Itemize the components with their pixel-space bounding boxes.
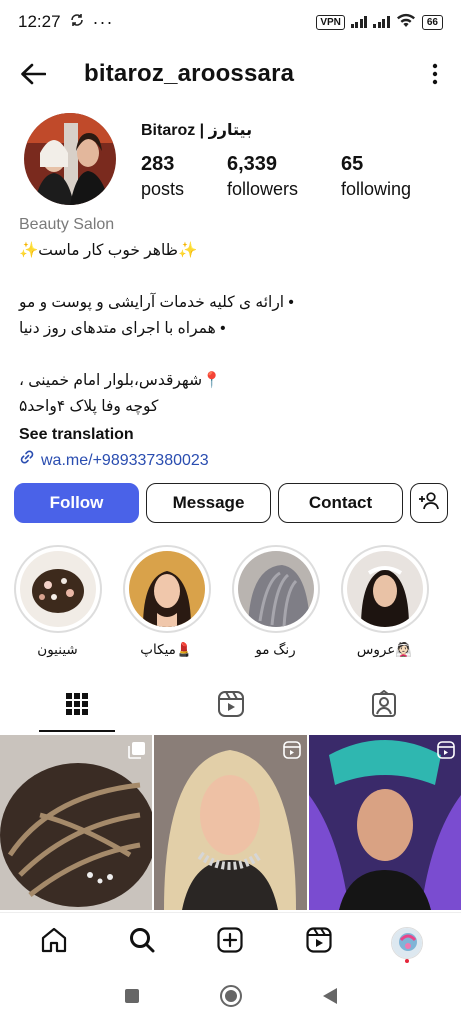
see-translation-link[interactable]: See translation: [19, 422, 449, 448]
nav-create[interactable]: [210, 923, 250, 963]
highlight-item[interactable]: شینیون: [10, 545, 105, 658]
profile-header: bitaroz_aroossara: [0, 50, 461, 98]
multi-post-icon: [128, 741, 146, 764]
signal-icon: [373, 16, 390, 28]
wifi-icon: [396, 13, 416, 31]
highlight-thumbnail: [346, 551, 423, 627]
reel-icon: [437, 741, 455, 764]
followers-stat[interactable]: 6,339 followers: [227, 152, 341, 202]
link-icon: [19, 448, 35, 474]
recent-apps-icon[interactable]: [123, 987, 141, 1010]
bottom-navigation: [0, 912, 461, 972]
more-notifications-icon: ···: [92, 11, 114, 32]
post-grid: [0, 735, 461, 910]
message-button[interactable]: Message: [146, 483, 271, 523]
tab-posts[interactable]: [0, 680, 154, 732]
profile-actions: Follow Message Contact: [14, 483, 448, 523]
highlight-item[interactable]: 👰🏻عروس: [337, 545, 432, 658]
nav-profile[interactable]: [387, 923, 427, 963]
tagged-user-icon: [370, 689, 398, 723]
highlight-item[interactable]: 💄میکاپ: [119, 545, 214, 658]
profile-avatar[interactable]: [24, 113, 116, 205]
category-label: Beauty Salon: [19, 216, 115, 233]
story-highlights: شینیون 💄میکاپ رنگ مو 👰🏻عروس: [10, 545, 432, 658]
profile-name: Bitaroz | بیتارز: [141, 122, 253, 139]
bio-line: ✨ظاهر خوب کار ماست✨: [19, 242, 198, 259]
back-triangle-icon[interactable]: [321, 986, 339, 1011]
add-user-icon: [418, 491, 440, 516]
highlight-label: 👰🏻عروس: [356, 642, 413, 657]
highlight-thumbnail: [19, 551, 96, 627]
notification-dot: [404, 958, 409, 963]
highlight-label: شینیون: [37, 642, 78, 657]
following-count: 65: [341, 153, 364, 175]
posts-count: 283: [141, 153, 175, 175]
follow-button[interactable]: Follow: [14, 483, 139, 523]
highlight-ring: [13, 545, 102, 633]
nav-home[interactable]: [34, 923, 74, 963]
post-thumbnail[interactable]: [308, 735, 461, 910]
bio-line: کوچه وفا پلاک ۴واحد۵: [19, 398, 159, 415]
tab-reels[interactable]: [154, 680, 308, 732]
followers-count: 6,339: [227, 153, 278, 175]
highlight-thumbnail: [128, 551, 205, 627]
post-thumbnail[interactable]: [154, 735, 307, 910]
bio-link[interactable]: wa.me/+989337380023: [19, 448, 449, 474]
link-text: wa.me/+989337380023: [41, 452, 209, 469]
bio-line: [19, 264, 449, 290]
search-icon: [128, 926, 156, 959]
highlight-label: 💄میکاپ: [140, 642, 193, 657]
create-post-icon: [216, 926, 244, 959]
profile-avatar-small: [390, 926, 423, 959]
following-stat[interactable]: 65 following: [341, 152, 431, 202]
bio-line: 📍شهرقدس،بلوار امام خمینی ،: [19, 372, 222, 389]
home-icon: [40, 926, 68, 959]
status-right: VPN 66: [316, 13, 443, 31]
highlight-item[interactable]: رنگ مو: [228, 545, 323, 658]
battery-icon: 66: [421, 14, 443, 30]
profile-stats: 283 posts 6,339 followers 65 following: [141, 152, 431, 202]
contact-button[interactable]: Contact: [278, 483, 403, 523]
back-arrow-icon[interactable]: [18, 59, 48, 89]
highlight-label: رنگ مو: [255, 642, 296, 657]
highlight-thumbnail: [237, 551, 314, 627]
sync-icon: [69, 12, 85, 33]
profile-tabs: [0, 680, 461, 732]
posts-stat[interactable]: 283 posts: [141, 152, 227, 202]
post-thumbnail[interactable]: [0, 735, 153, 910]
bio-line: • ارائه ی کلیه خدمات آرایشی و پوست و مو: [19, 294, 294, 311]
home-button-icon[interactable]: [219, 984, 243, 1013]
nav-search[interactable]: [122, 923, 162, 963]
suggested-users-button[interactable]: [410, 483, 448, 523]
reels-icon: [217, 690, 245, 723]
page-title: bitaroz_aroossara: [84, 60, 295, 87]
nav-reels[interactable]: [299, 923, 339, 963]
grid-icon: [65, 692, 89, 721]
more-options-icon[interactable]: [425, 59, 445, 89]
status-time: 12:27: [18, 12, 61, 31]
reel-icon: [282, 741, 301, 764]
vpn-badge: VPN: [316, 14, 345, 30]
posts-label: posts: [141, 179, 185, 199]
profile-bio: Beauty Salon ✨ظاهر خوب کار ماست✨ • ارائه…: [19, 212, 449, 474]
status-bar: 12:27 ··· VPN 66: [0, 0, 461, 44]
reels-icon: [305, 926, 333, 959]
bio-line: • همراه با اجرای متدهای روز دنیا: [19, 320, 226, 337]
signal-icon: [350, 16, 368, 28]
following-label: following: [341, 179, 412, 199]
followers-label: followers: [227, 179, 299, 199]
status-left: 12:27 ···: [18, 12, 114, 33]
highlight-ring: [231, 545, 320, 633]
highlight-ring: [122, 545, 211, 633]
system-navigation-bar: [0, 972, 461, 1024]
tab-tagged[interactable]: [307, 680, 461, 732]
highlight-ring: [340, 545, 429, 633]
bio-line: [19, 342, 449, 368]
